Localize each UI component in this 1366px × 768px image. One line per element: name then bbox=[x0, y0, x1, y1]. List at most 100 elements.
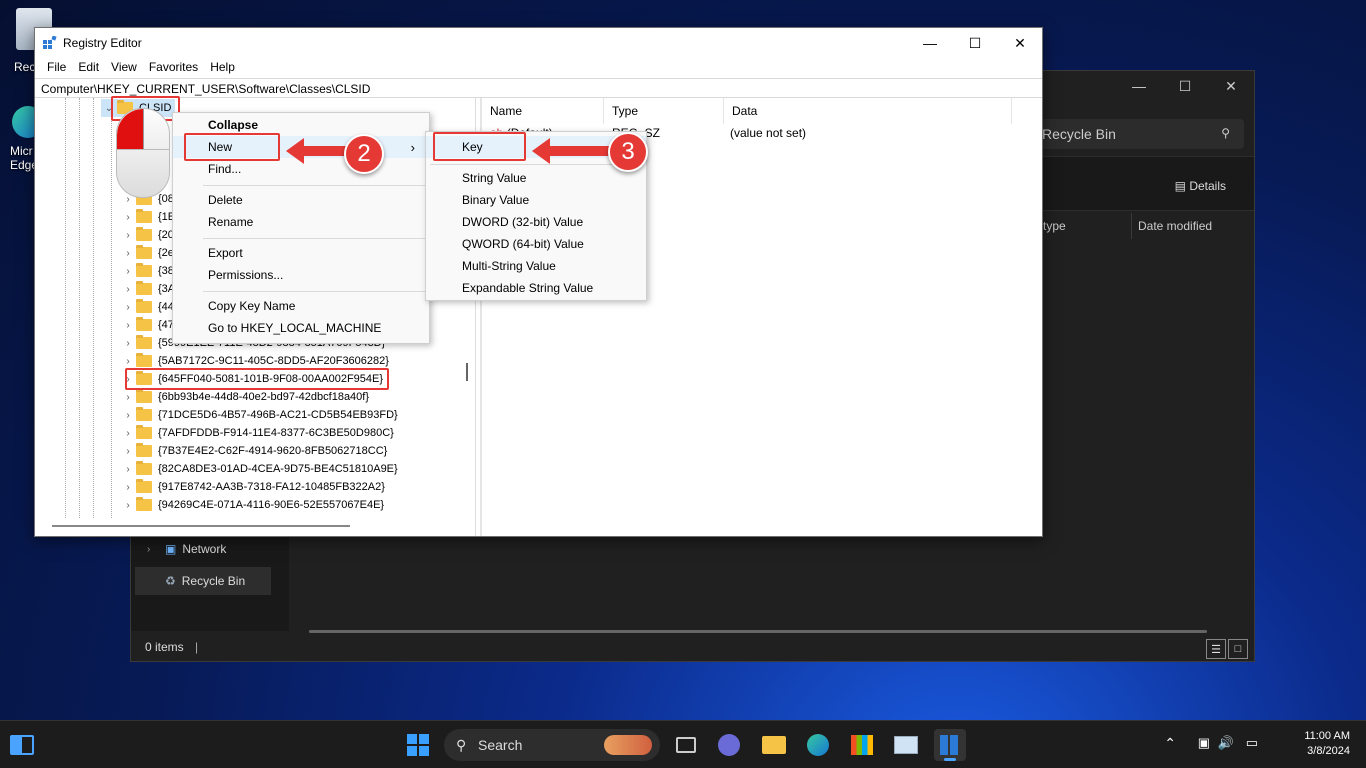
nav-item-network[interactable]: › ▣ Network bbox=[135, 535, 271, 563]
chevron-right-icon: › bbox=[126, 283, 130, 295]
minimize-icon[interactable]: — bbox=[907, 28, 953, 58]
tree-node[interactable]: › {47 bbox=[120, 316, 174, 334]
column-header-name[interactable]: Name bbox=[482, 98, 604, 124]
tree-node[interactable]: › {82CA8DE3-01AD-4CEA-9D75-BE4C51810A9E} bbox=[120, 460, 398, 478]
tree-node[interactable]: › {2e bbox=[120, 244, 174, 262]
menu-item-copy-key-name[interactable]: Copy Key Name bbox=[173, 295, 429, 317]
details-button[interactable]: ▤ Details bbox=[1175, 179, 1226, 193]
clock[interactable]: 11:00 AM 3/8/2024 bbox=[1270, 730, 1350, 757]
regedit-menu-bar: File Edit View Favorites Help bbox=[35, 58, 241, 78]
tree-node[interactable]: › {6bb93b4e-44d8-40e2-bd97-42dbcf18a40f} bbox=[120, 388, 369, 406]
folder-icon bbox=[136, 281, 152, 295]
tree-node-label: {7B37E4E2-C62F-4914-9620-8FB5062718CC} bbox=[158, 445, 388, 457]
menu-item-rename[interactable]: Rename bbox=[173, 211, 429, 233]
chevron-right-icon: › bbox=[126, 265, 130, 277]
details-view-icon[interactable]: ☰ bbox=[1206, 639, 1226, 659]
widgets-icon[interactable] bbox=[6, 729, 38, 761]
menu-help[interactable]: Help bbox=[204, 58, 241, 78]
close-icon[interactable]: ✕ bbox=[997, 28, 1043, 58]
tree-node[interactable]: › {44 bbox=[120, 298, 174, 316]
tree-node[interactable]: › {94269C4E-071A-4116-90E6-52E557067E4E} bbox=[120, 496, 384, 514]
folder-icon bbox=[136, 299, 152, 313]
tree-node[interactable]: › {7B37E4E2-C62F-4914-9620-8FB5062718CC} bbox=[120, 442, 387, 460]
volume-icon[interactable]: 🔊 bbox=[1218, 735, 1234, 751]
maximize-icon[interactable]: ☐ bbox=[1162, 71, 1208, 101]
folder-icon bbox=[136, 389, 152, 403]
column-header-type[interactable]: Type bbox=[604, 98, 724, 124]
regedit-title: Registry Editor bbox=[63, 36, 142, 50]
details-pane-icon: ▤ bbox=[1174, 179, 1186, 193]
menu-item-goto-hklm[interactable]: Go to HKEY_LOCAL_MACHINE bbox=[173, 317, 429, 339]
item-count: 0 items bbox=[145, 640, 184, 654]
menu-file[interactable]: File bbox=[41, 58, 72, 78]
tree-node[interactable]: › {3A bbox=[120, 280, 175, 298]
chevron-right-icon: › bbox=[126, 409, 130, 421]
close-icon[interactable]: ✕ bbox=[1208, 71, 1254, 101]
submenu-item-dword-value[interactable]: DWORD (32-bit) Value bbox=[426, 211, 646, 233]
chevron-right-icon: › bbox=[126, 481, 130, 493]
tree-node[interactable]: › {7AFDFDDB-F914-11E4-8377-6C3BE50D980C} bbox=[120, 424, 394, 442]
folder-icon bbox=[136, 497, 152, 511]
photos-icon[interactable] bbox=[890, 729, 922, 761]
submenu-item-qword-value[interactable]: QWORD (64-bit) Value bbox=[426, 233, 646, 255]
clock-time: 11:00 AM bbox=[1304, 730, 1350, 742]
menu-separator bbox=[203, 238, 425, 239]
tree-node-label: {71DCE5D6-4B57-496B-AC21-CD5B54EB93FD} bbox=[158, 409, 398, 421]
column-header-date-modified[interactable]: Date modified bbox=[1131, 213, 1218, 239]
network-icon[interactable]: ▣ bbox=[1198, 735, 1210, 751]
chevron-up-icon[interactable]: ⌃ bbox=[1164, 735, 1176, 752]
folder-icon bbox=[136, 443, 152, 457]
menu-separator bbox=[430, 164, 642, 165]
tree-node-label: {7AFDFDDB-F914-11E4-8377-6C3BE50D980C} bbox=[158, 427, 394, 439]
clipchamp-icon[interactable] bbox=[713, 729, 745, 761]
step-2-badge: 2 bbox=[344, 134, 384, 174]
tree-node-label: {6bb93b4e-44d8-40e2-bd97-42dbcf18a40f} bbox=[158, 391, 370, 403]
taskbar: ⚲ Search ⌃ ▣ 🔊 ▭ 11:00 AM 3/8/2024 bbox=[0, 720, 1366, 768]
taskbar-search[interactable]: ⚲ Search bbox=[444, 729, 660, 761]
regedit-title-bar: Registry Editor bbox=[35, 28, 1042, 58]
tree-node[interactable]: › {1E bbox=[120, 208, 175, 226]
start-icon[interactable] bbox=[402, 729, 434, 761]
menu-item-delete[interactable]: Delete bbox=[173, 189, 429, 211]
edge-icon[interactable] bbox=[802, 729, 834, 761]
chevron-right-icon: › bbox=[126, 499, 130, 511]
arrow-icon bbox=[532, 138, 612, 164]
battery-icon[interactable]: ▭ bbox=[1246, 735, 1258, 751]
column-header-type[interactable]: type bbox=[1043, 219, 1066, 233]
tree-horizontal-scrollbar[interactable] bbox=[52, 525, 350, 527]
tree-node[interactable]: › {71DCE5D6-4B57-496B-AC21-CD5B54EB93FD} bbox=[120, 406, 398, 424]
key-highlight bbox=[433, 132, 526, 161]
explorer-search-input[interactable]: Recycle Bin ⚲ bbox=[1026, 119, 1244, 149]
folder-icon bbox=[136, 461, 152, 475]
search-highlight-icon bbox=[604, 735, 652, 755]
store-icon[interactable] bbox=[846, 729, 878, 761]
tiles-view-icon[interactable]: □ bbox=[1228, 639, 1248, 659]
tree-guide-line bbox=[93, 98, 94, 518]
menu-edit[interactable]: Edit bbox=[72, 58, 105, 78]
column-header-data[interactable]: Data bbox=[724, 98, 1012, 124]
regedit-taskbar-icon[interactable] bbox=[934, 729, 966, 761]
menu-view[interactable]: View bbox=[105, 58, 143, 78]
menu-item-export[interactable]: Export bbox=[173, 242, 429, 264]
nav-recycle-label: Recycle Bin bbox=[181, 574, 246, 588]
file-explorer-icon[interactable] bbox=[758, 729, 790, 761]
folder-icon bbox=[136, 335, 152, 349]
tree-node[interactable]: › {917E8742-AA3B-7318-FA12-10485FB322A2} bbox=[120, 478, 385, 496]
tree-node[interactable]: › {38 bbox=[120, 262, 174, 280]
submenu-item-binary-value[interactable]: Binary Value bbox=[426, 189, 646, 211]
tree-guide-line bbox=[65, 98, 66, 518]
maximize-icon[interactable]: ☐ bbox=[952, 28, 998, 58]
menu-item-permissions[interactable]: Permissions... bbox=[173, 264, 429, 286]
minimize-icon[interactable]: — bbox=[1116, 71, 1162, 101]
address-bar[interactable]: Computer\HKEY_CURRENT_USER\Software\Clas… bbox=[35, 78, 1042, 98]
task-view-icon[interactable] bbox=[670, 729, 702, 761]
nav-item-recycle-bin[interactable]: ♻ Recycle Bin bbox=[135, 567, 271, 595]
submenu-item-string-value[interactable]: String Value bbox=[426, 167, 646, 189]
menu-separator bbox=[203, 185, 425, 186]
submenu-item-multi-string-value[interactable]: Multi-String Value bbox=[426, 255, 646, 277]
tree-node-label: {82CA8DE3-01AD-4CEA-9D75-BE4C51810A9E} bbox=[158, 463, 398, 475]
tree-node[interactable]: › {20 bbox=[120, 226, 174, 244]
menu-favorites[interactable]: Favorites bbox=[143, 58, 204, 78]
submenu-item-expandable-string-value[interactable]: Expandable String Value bbox=[426, 277, 646, 299]
selected-key-highlight bbox=[125, 368, 389, 390]
